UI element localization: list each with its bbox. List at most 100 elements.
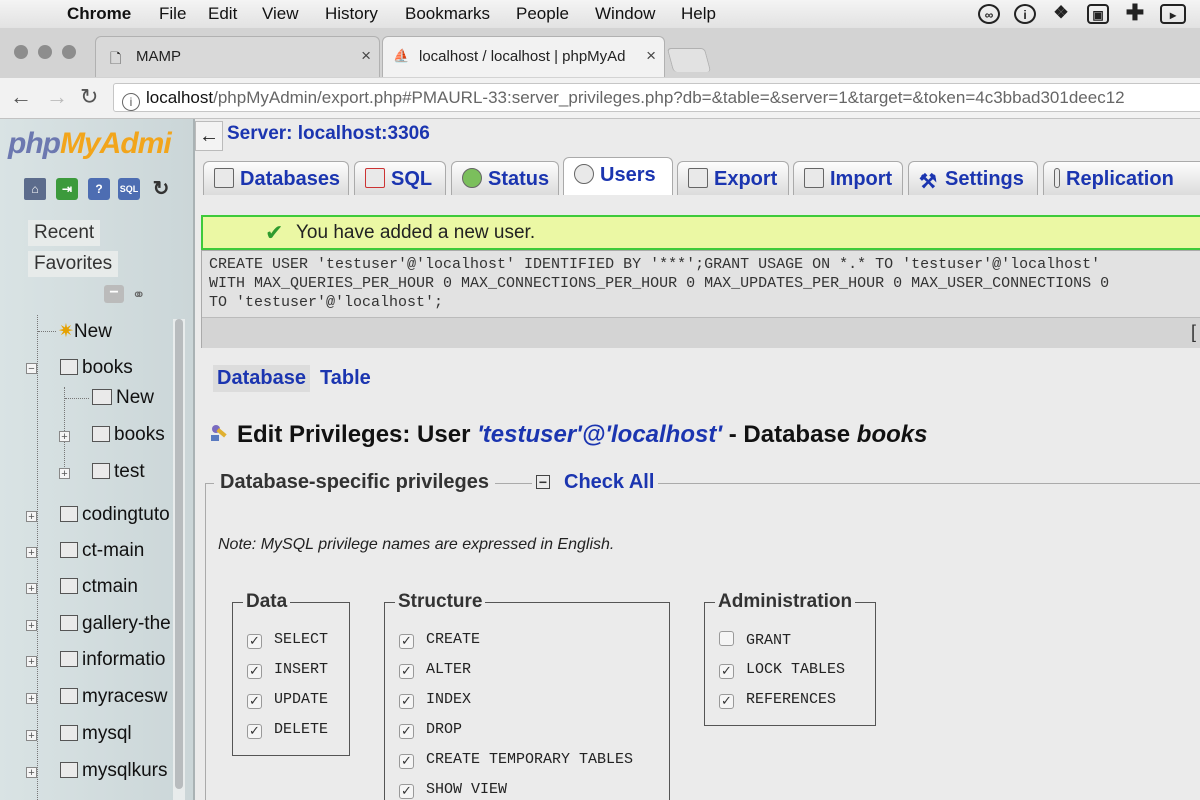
menu-app-name[interactable]: Chrome [67,4,131,24]
expand-icon[interactable]: + [26,730,37,742]
subnav-database-link[interactable]: Database [213,365,310,392]
subnav-table-link[interactable]: Table [316,365,375,392]
tree-item-db[interactable]: mysql [60,723,132,745]
link-icon[interactable]: ⚭ [132,285,145,305]
privilege-checkbox[interactable]: ✓ [247,694,262,709]
tree-item-db[interactable]: myracesw [60,686,168,708]
sql-actions-bracket[interactable]: [ [1191,322,1196,343]
forward-arrow-icon[interactable]: → [46,84,68,110]
privilege-checkbox[interactable]: ✓ [719,664,734,679]
window-zoom-button[interactable] [62,45,76,59]
menu-file[interactable]: File [159,4,186,24]
expand-icon[interactable]: + [26,511,37,523]
expand-icon[interactable]: + [26,767,37,779]
expand-icon[interactable]: + [26,693,37,705]
privilege-checkbox[interactable] [719,631,734,646]
privilege-checkbox[interactable]: ✓ [399,634,414,649]
expand-icon[interactable]: + [26,656,37,668]
privilege-create-temporary-tables[interactable]: ✓ CREATE TEMPORARY TABLES [399,751,633,769]
menu-history[interactable]: History [325,4,378,24]
reload-navigation-icon[interactable]: ↻ [150,178,172,200]
privilege-checkbox[interactable]: ✓ [247,724,262,739]
menu-bookmarks[interactable]: Bookmarks [405,4,490,24]
window-minimize-button[interactable] [38,45,52,59]
tree-item-db[interactable]: codingtuto [60,504,170,526]
browser-tab-phpmyadmin[interactable]: ⛵ localhost / localhost | phpMyAd × [382,36,665,77]
check-all-toggle[interactable]: − Check All [532,471,659,494]
privilege-checkbox[interactable]: ✓ [399,784,414,799]
navigation-scrollbar[interactable] [173,319,185,800]
privilege-select[interactable]: ✓ SELECT [247,631,328,649]
recent-button[interactable]: Recent [28,220,101,246]
expand-icon[interactable]: + [26,620,37,632]
privilege-references[interactable]: ✓ REFERENCES [719,691,836,709]
url-input[interactable]: i localhost/phpMyAdmin/export.php#PMAURL-… [113,83,1200,112]
menu-view[interactable]: View [262,4,299,24]
menu-people[interactable]: People [516,4,569,24]
favorites-button[interactable]: Favorites [28,251,119,277]
home-icon[interactable]: ⌂ [24,178,46,200]
collapse-all-icon[interactable]: − [104,285,124,303]
tab-settings[interactable]: ⚒ Settings [908,161,1038,195]
tab-databases[interactable]: Databases [203,161,349,195]
browser-tab-mamp[interactable]: 🗋 MAMP × [95,36,380,77]
tree-item-books-table[interactable]: books [92,424,165,446]
privilege-delete[interactable]: ✓ DELETE [247,721,328,739]
menu-help[interactable]: Help [681,4,716,24]
menu-window[interactable]: Window [595,4,655,24]
tree-item-db[interactable]: gallery-the [60,613,171,635]
privilege-grant[interactable]: GRANT [719,631,791,649]
tree-item-new-table[interactable]: New [92,387,154,409]
privilege-checkbox[interactable]: ✓ [399,664,414,679]
tree-item-db[interactable]: ctmain [60,576,138,598]
expand-icon[interactable]: + [59,468,70,480]
tab-sql[interactable]: SQL [354,161,446,195]
collapse-icon[interactable]: − [26,363,37,375]
tree-item-books[interactable]: books [60,357,133,379]
help-icon[interactable]: ? [88,178,110,200]
tree-item-test-table[interactable]: test [92,461,145,483]
dropbox-icon[interactable]: ❖ [1050,4,1072,24]
back-arrow-icon[interactable]: ← [10,84,32,110]
privilege-checkbox[interactable]: ✓ [247,664,262,679]
collapse-navigation-button[interactable]: ← [195,121,223,151]
tab-status[interactable]: Status [451,161,559,195]
info-icon[interactable]: i [122,93,140,111]
tab-export[interactable]: Export [677,161,789,195]
privilege-drop[interactable]: ✓ DROP [399,721,462,739]
tab-close-icon[interactable]: × [361,46,371,66]
server-breadcrumb[interactable]: Server: localhost:3306 [227,123,430,145]
expand-icon[interactable]: + [26,547,37,559]
privilege-checkbox[interactable]: ✓ [719,694,734,709]
privilege-checkbox[interactable]: ✓ [399,694,414,709]
screen-mirror-icon[interactable]: ▸ [1160,4,1186,24]
tree-item-db[interactable]: informatio [60,649,165,671]
creative-cloud-icon[interactable]: ∞ [978,4,1000,24]
privilege-create[interactable]: ✓ CREATE [399,631,480,649]
privilege-index[interactable]: ✓ INDEX [399,691,471,709]
privilege-checkbox[interactable]: ✓ [399,724,414,739]
tree-item-new[interactable]: ✷New [58,320,112,343]
menu-edit[interactable]: Edit [208,4,237,24]
expand-icon[interactable]: + [59,431,70,443]
privilege-checkbox[interactable]: ✓ [399,754,414,769]
privilege-checkbox[interactable]: ✓ [247,634,262,649]
tab-import[interactable]: Import [793,161,903,195]
tree-item-db[interactable]: mysqlkurs [60,760,168,782]
tree-item-db[interactable]: ct-main [60,540,144,562]
reload-icon[interactable]: ↻ [80,84,98,110]
tab-close-icon[interactable]: × [646,46,656,66]
privilege-update[interactable]: ✓ UPDATE [247,691,328,709]
window-close-button[interactable] [14,45,28,59]
sql-docs-icon[interactable]: SQL [118,178,140,200]
screenshot-icon[interactable]: ▣ [1087,4,1109,24]
check-all-label[interactable]: Check All [564,471,654,493]
phpmyadmin-logo[interactable]: phpMyAdmi [8,127,172,161]
info-icon[interactable]: i [1014,4,1036,24]
expand-icon[interactable]: + [26,583,37,595]
new-tab-button[interactable] [666,48,712,72]
privilege-show-view[interactable]: ✓ SHOW VIEW [399,781,507,799]
plus-cross-icon[interactable]: ✚ [1124,2,1146,24]
exit-icon[interactable]: ⇥ [56,178,78,200]
privilege-insert[interactable]: ✓ INSERT [247,661,328,679]
